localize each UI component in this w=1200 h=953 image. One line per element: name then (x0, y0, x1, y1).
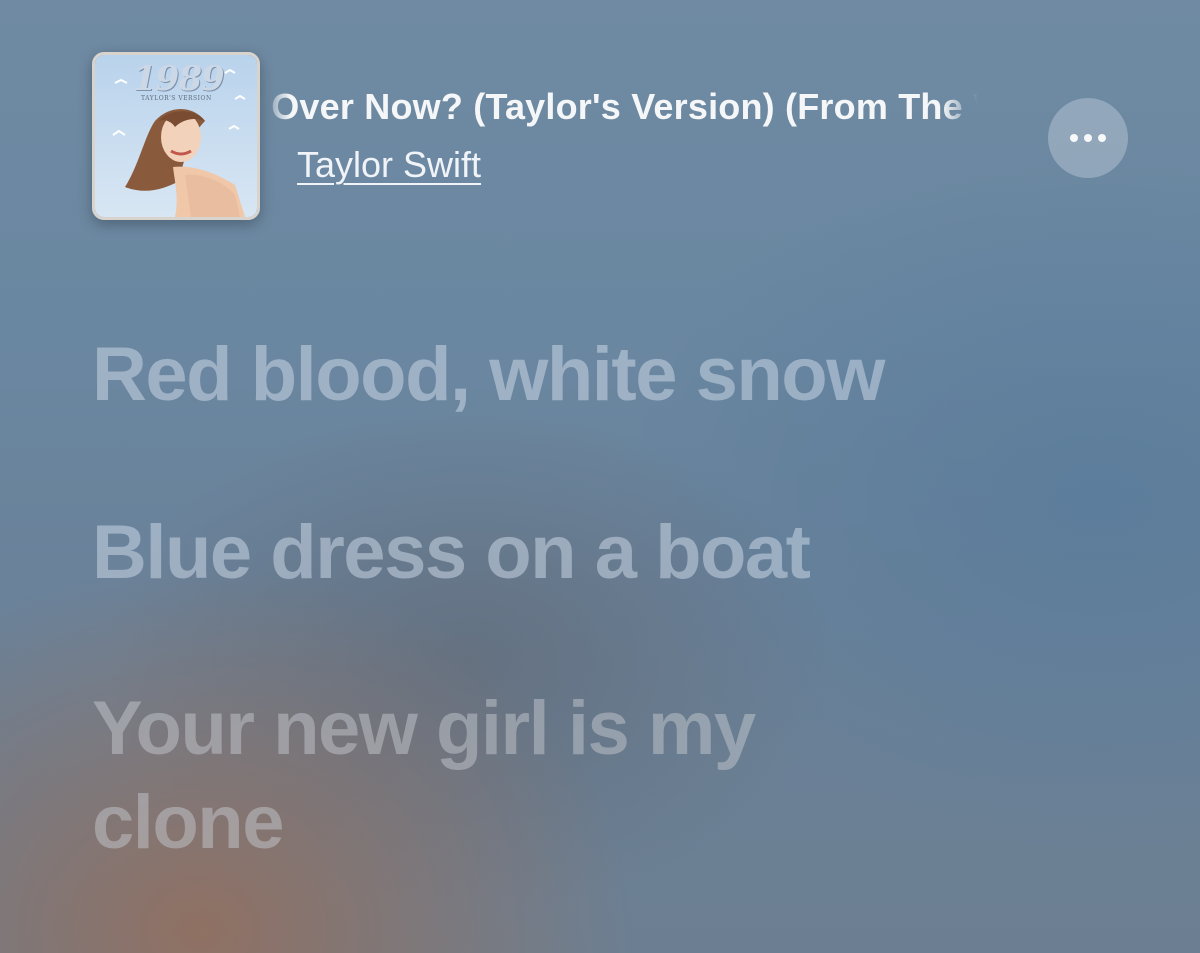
now-playing-header: 1989 TAYLOR'S VERSION Is It Over Now? (T… (0, 0, 1200, 240)
lyric-line[interactable]: Blue dress on a boat (92, 506, 811, 600)
album-artwork[interactable]: 1989 TAYLOR'S VERSION (92, 52, 260, 220)
ellipsis-dot (1084, 134, 1092, 142)
song-title-marquee: Is It Over Now? (Taylor's Version) (From… (262, 80, 978, 136)
song-title: Is It Over Now? (Taylor's Version) (From… (262, 86, 978, 127)
ellipsis-icon (1070, 134, 1106, 142)
artist-link[interactable]: Taylor Swift (297, 144, 481, 186)
ellipsis-dot (1070, 134, 1078, 142)
lyric-line[interactable]: Your new girl is my clone (92, 682, 912, 870)
lyric-line[interactable]: Red blood, white snow (92, 328, 885, 422)
album-title-text: 1989 (133, 59, 225, 99)
album-subtitle-text: TAYLOR'S VERSION (141, 95, 212, 102)
more-options-button[interactable] (1048, 98, 1128, 178)
ellipsis-dot (1098, 134, 1106, 142)
